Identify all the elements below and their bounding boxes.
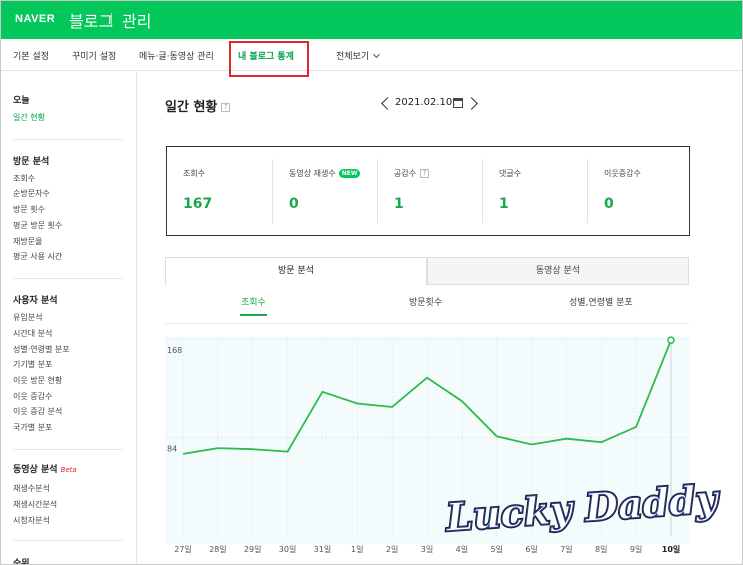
x-tick-label: 27일 <box>174 545 192 554</box>
sidebar: 오늘 일간 현황 방문 분석 조회수 순방문자수 방문 횟수 평균 방문 횟수 … <box>1 72 137 565</box>
beta-badge: Beta <box>60 466 77 474</box>
sidebar-item-time-analysis[interactable]: 시간대 분석 <box>13 328 52 339</box>
nav-view-all-label: 전체보기 <box>336 52 370 62</box>
x-tick-label: 30일 <box>278 545 297 554</box>
current-date: 2021.02.10. <box>395 97 456 108</box>
x-tick-label: 2일 <box>385 545 399 554</box>
sidebar-item-views[interactable]: 조회수 <box>13 173 35 184</box>
calendar-icon[interactable] <box>453 98 463 108</box>
sidebar-item-visit-count[interactable]: 방문 횟수 <box>13 204 45 215</box>
naver-logo[interactable]: NAVER <box>15 13 55 25</box>
highlight-box <box>229 41 309 77</box>
nav-design-settings[interactable]: 꾸미기 설정 <box>72 49 116 62</box>
subtab-gender-age[interactable]: 성별,연령별 분포 <box>569 295 633 308</box>
nav-content-management[interactable]: 메뉴·글·동영상 관리 <box>139 49 214 62</box>
stat-views: 조회수 167 <box>167 147 272 235</box>
x-tick-label: 31일 <box>313 545 332 554</box>
stat-label: 공감수? <box>394 168 430 179</box>
sidebar-section-video: 동영상 분석 Beta <box>13 462 77 475</box>
sidebar-divider <box>13 449 123 450</box>
new-badge: NEW <box>338 169 361 178</box>
sidebar-item-neighbor-visits[interactable]: 이웃 방문 현황 <box>13 375 62 386</box>
help-icon[interactable]: ? <box>221 103 231 112</box>
analysis-tabs: 방문 분석 동영상 분석 <box>165 257 689 285</box>
sidebar-item-unique-visitors[interactable]: 순방문자수 <box>13 188 50 199</box>
sidebar-item-revisit-rate[interactable]: 재방문율 <box>13 236 42 247</box>
blog-title[interactable]: 블로그 <box>69 8 113 32</box>
sidebar-item-play-count[interactable]: 재생수분석 <box>13 483 50 494</box>
top-nav: 기본 설정 꾸미기 설정 메뉴·글·동영상 관리 내 블로그 통계 전체보기 <box>1 39 742 71</box>
sidebar-item-viewers[interactable]: 시청자분석 <box>13 515 50 526</box>
sidebar-item-neighbor-change[interactable]: 이웃 증감수 <box>13 391 52 402</box>
subtab-divider <box>165 323 689 324</box>
stat-neighbor-change: 이웃증감수 0 <box>588 147 690 235</box>
sidebar-section-video-label: 동영상 분석 <box>13 465 58 475</box>
subtab-views[interactable]: 조회수 <box>241 295 266 308</box>
sidebar-section-user: 사용자 분석 <box>13 296 58 306</box>
sidebar-item-gender-age[interactable]: 성별·연령별 분포 <box>13 344 70 355</box>
sidebar-divider <box>13 139 123 140</box>
sidebar-item-device[interactable]: 기기별 분포 <box>13 359 52 370</box>
stat-value: 1 <box>394 196 404 212</box>
sidebar-divider <box>13 278 123 279</box>
stat-value: 0 <box>604 196 614 212</box>
nav-basic-settings[interactable]: 기본 설정 <box>13 49 49 62</box>
watermark-outline: Lucky Daddy <box>444 476 722 540</box>
tab-visit-analysis[interactable]: 방문 분석 <box>165 257 427 285</box>
stat-value: 167 <box>183 196 213 212</box>
x-tick-label: 29일 <box>243 545 262 554</box>
stat-label-text: 공감수 <box>394 169 417 178</box>
stat-label: 동영상 재생수 NEW <box>289 168 361 179</box>
x-tick-label: 28일 <box>209 545 227 554</box>
header-bar: NAVER 블로그 관리 <box>1 1 742 39</box>
sidebar-divider <box>13 540 123 541</box>
stat-label-text: 동영상 재생수 <box>289 169 336 178</box>
stat-label: 댓글수 <box>499 169 522 178</box>
x-tick-label: 1일 <box>351 545 364 554</box>
watermark-signature: Lucky Daddy Lucky Daddy <box>442 474 723 541</box>
app-frame: NAVER 블로그 관리 기본 설정 꾸미기 설정 메뉴·글·동영상 관리 내 … <box>0 0 743 565</box>
next-date-icon[interactable] <box>465 97 478 110</box>
stat-value: 0 <box>289 196 299 212</box>
sidebar-item-avg-visits[interactable]: 평균 방문 횟수 <box>13 220 62 231</box>
tab-video-analysis[interactable]: 동영상 분석 <box>427 257 689 285</box>
y-tick-label: 84 <box>167 445 177 454</box>
subtab-visit-count[interactable]: 방문횟수 <box>409 295 442 308</box>
x-tick-label: 3일 <box>420 545 434 554</box>
stat-value: 1 <box>499 196 509 212</box>
prev-date-icon[interactable] <box>381 97 394 110</box>
stat-likes: 공감수? 1 <box>378 147 482 235</box>
nav-view-all[interactable]: 전체보기 <box>336 49 381 62</box>
help-icon[interactable]: ? <box>420 169 430 178</box>
manage-title: 관리 <box>122 12 152 31</box>
y-tick-label: 168 <box>167 346 182 355</box>
sidebar-item-avg-time[interactable]: 평균 사용 시간 <box>13 251 62 262</box>
page-title-text: 일간 현황 <box>165 100 218 115</box>
sidebar-item-play-time[interactable]: 재생시간분석 <box>13 499 57 510</box>
sidebar-item-neighbor-analysis[interactable]: 이웃 증감 분석 <box>13 406 62 417</box>
stat-label: 이웃증감수 <box>604 169 641 178</box>
stat-label: 조회수 <box>183 169 206 178</box>
page-title: 일간 현황? <box>165 96 231 115</box>
stat-comments: 댓글수 1 <box>483 147 587 235</box>
sidebar-item-country[interactable]: 국가별 분포 <box>13 422 52 433</box>
subtab-active-indicator <box>240 314 267 316</box>
data-point <box>667 336 675 344</box>
sidebar-section-visit: 방문 분석 <box>13 157 50 167</box>
sidebar-section-today: 오늘 <box>13 96 30 106</box>
header-separator <box>111 13 112 27</box>
sidebar-section-rank: 순위 <box>13 559 30 565</box>
stats-summary: 조회수 167 동영상 재생수 NEW 0 공감수? 1 댓글수 1 이웃증감수 … <box>166 146 690 236</box>
stat-video-plays: 동영상 재생수 NEW 0 <box>273 147 377 235</box>
sidebar-item-daily-status[interactable]: 일간 현황 <box>13 112 45 123</box>
sidebar-item-inflow[interactable]: 유입분석 <box>13 312 42 323</box>
chevron-down-icon <box>373 50 381 59</box>
